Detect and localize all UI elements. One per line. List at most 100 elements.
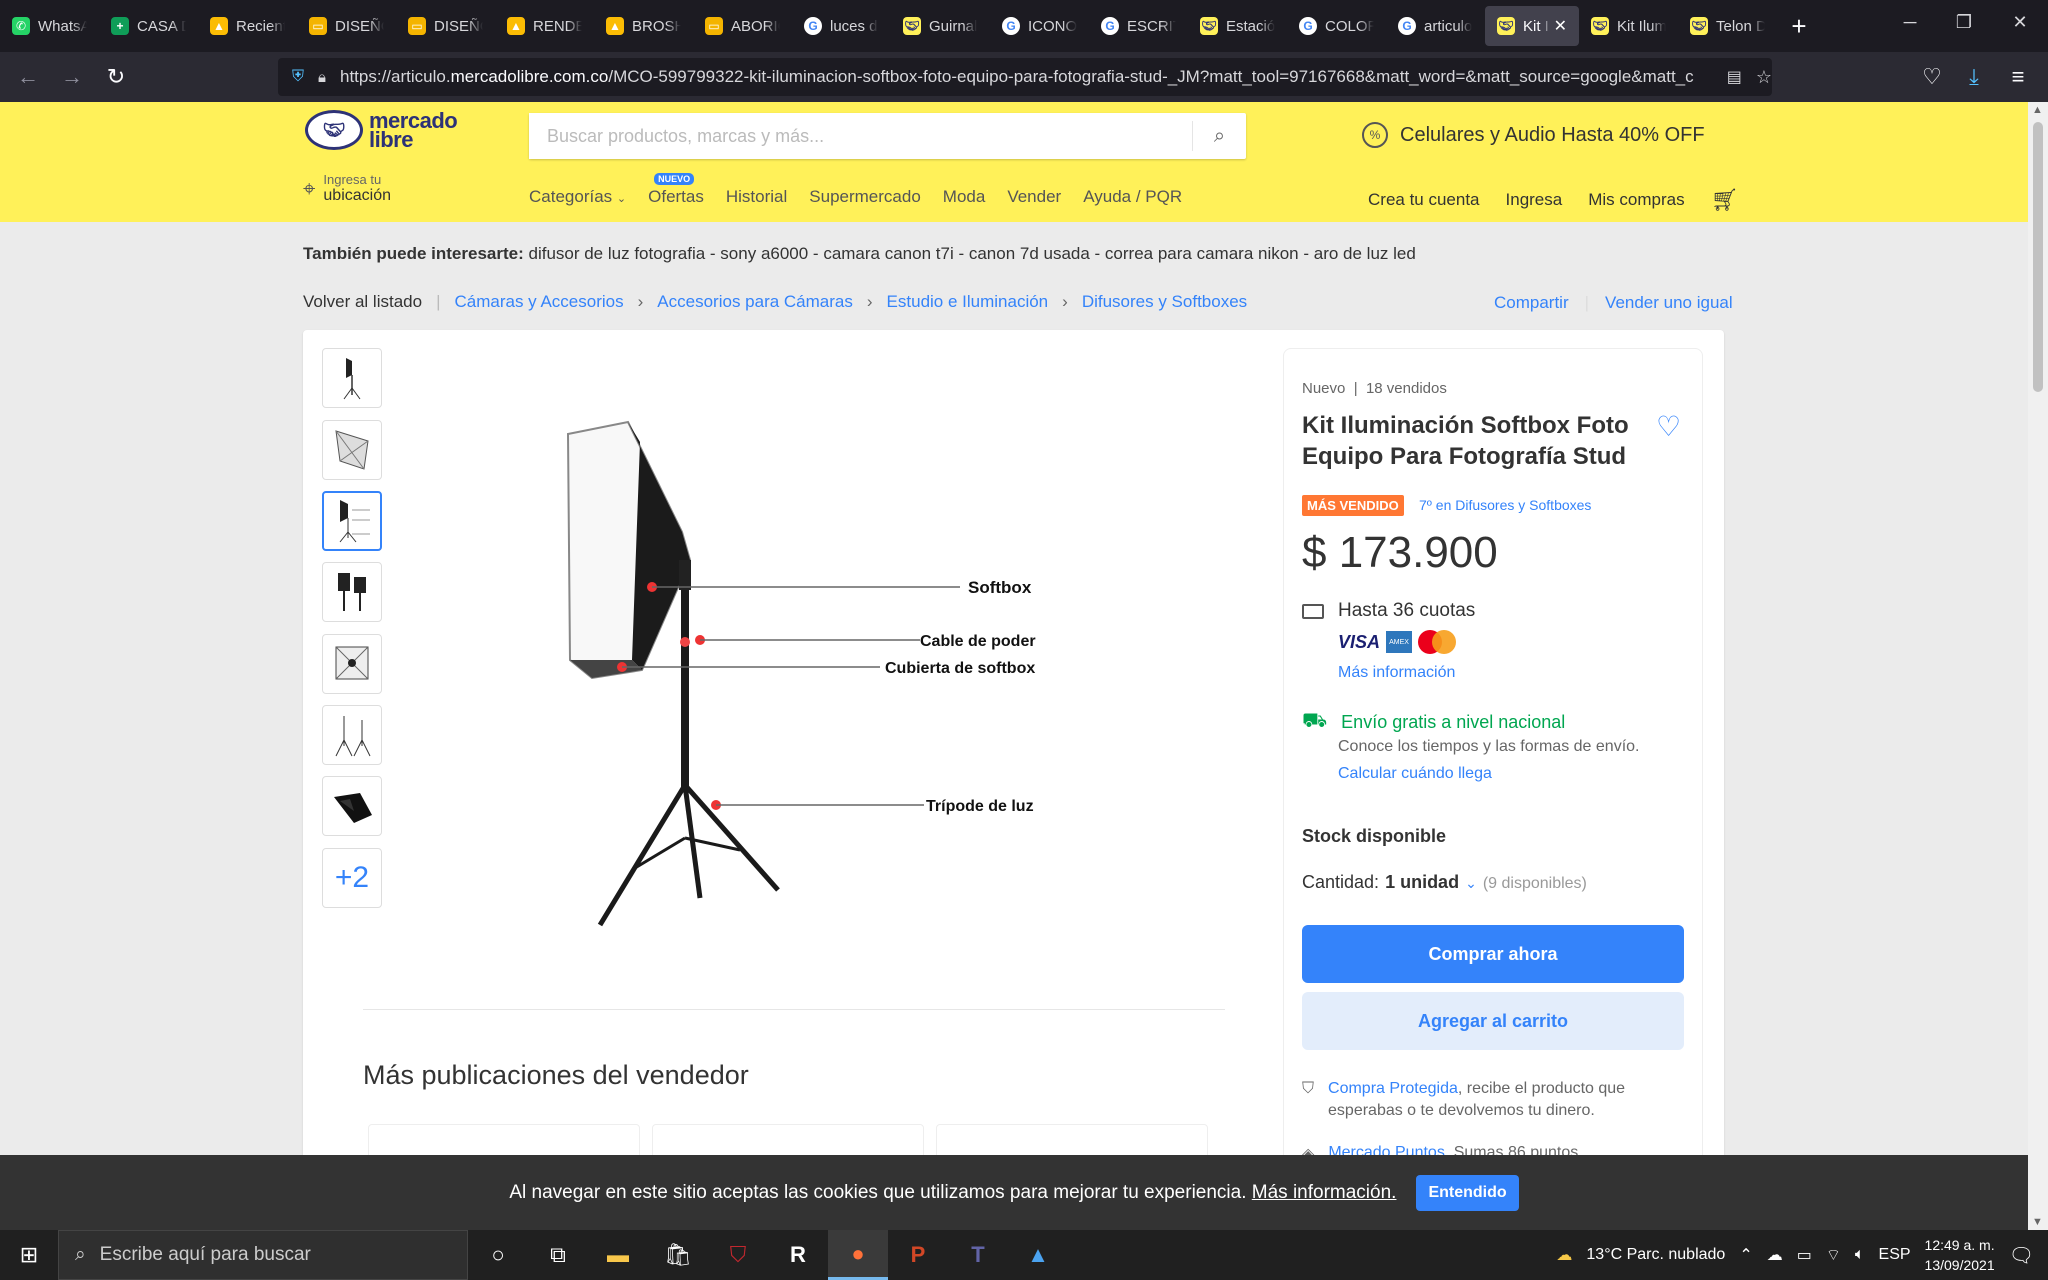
- related-items[interactable]: difusor de luz fotografia - sony a6000 -…: [528, 244, 1415, 263]
- browser-tab[interactable]: ▲ Recient: [198, 6, 297, 46]
- back-arrow-icon[interactable]: ←: [6, 64, 50, 90]
- menu-icon[interactable]: ≡: [1996, 64, 2040, 90]
- scroll-down-icon[interactable]: ▼: [2032, 1216, 2043, 1228]
- browser-tab[interactable]: ▲ BROSH: [594, 6, 693, 46]
- cookie-accept-button[interactable]: Entendido: [1416, 1174, 1519, 1211]
- cart-icon[interactable]: 🛒︎: [1711, 187, 1739, 213]
- browser-tab[interactable]: ▭ DISEÑO: [297, 6, 396, 46]
- chevron-up-icon[interactable]: ⌃: [1739, 1245, 1752, 1265]
- battery-icon[interactable]: ▭: [1797, 1245, 1812, 1265]
- weather-text[interactable]: 13°C Parc. nublado: [1586, 1246, 1725, 1264]
- scroll-up-icon[interactable]: ▲: [2032, 104, 2043, 116]
- minimize-icon[interactable]: ─: [1890, 12, 1930, 33]
- language-indicator[interactable]: ESP: [1879, 1246, 1911, 1264]
- taskbar-search[interactable]: ⌕ Escribe aquí para buscar: [58, 1230, 468, 1280]
- powerpoint-icon[interactable]: P: [888, 1230, 948, 1280]
- gallery-thumb-selected[interactable]: [322, 491, 382, 551]
- heart-icon[interactable]: ♡: [1656, 410, 1681, 443]
- back-to-list-link[interactable]: Volver al listado: [303, 292, 422, 312]
- mcafee-icon[interactable]: ⛉: [708, 1230, 768, 1280]
- gallery-thumb[interactable]: [322, 420, 382, 480]
- revit-icon[interactable]: R: [768, 1230, 828, 1280]
- volume-icon[interactable]: 🔈︎: [1855, 1246, 1865, 1264]
- login-link[interactable]: Ingresa: [1506, 190, 1563, 210]
- task-view-icon[interactable]: ⧉: [528, 1230, 588, 1280]
- browser-tab[interactable]: Garticulo: [1386, 6, 1485, 46]
- crumb-camaras[interactable]: Cámaras y Accesorios: [455, 292, 624, 312]
- browser-tab[interactable]: 🤝︎ Estación: [1188, 6, 1287, 46]
- gallery-thumb[interactable]: [322, 634, 382, 694]
- url-text[interactable]: https://articulo.mercadolibre.com.co/MCO…: [340, 67, 1713, 87]
- cookie-more-info-link[interactable]: Más información.: [1252, 1182, 1397, 1203]
- gallery-thumb[interactable]: [322, 562, 382, 622]
- browser-tab[interactable]: Gluces d: [792, 6, 891, 46]
- cortana-icon[interactable]: ○: [468, 1230, 528, 1280]
- wifi-icon[interactable]: ⌔: [1826, 1245, 1841, 1265]
- restore-icon[interactable]: ❐: [1944, 12, 1984, 33]
- photos-icon[interactable]: ▲: [1008, 1230, 1068, 1280]
- crumb-difusores[interactable]: Difusores y Softboxes: [1082, 292, 1247, 312]
- search-icon[interactable]: ⌕: [1192, 121, 1246, 151]
- windows-start-icon[interactable]: ⊞: [0, 1230, 58, 1280]
- search-input[interactable]: [529, 113, 1192, 159]
- gallery-more-button[interactable]: +2: [322, 848, 382, 908]
- bookmark-star-icon[interactable]: ☆: [1756, 67, 1772, 88]
- calculate-delivery-link[interactable]: Calcular cuándo llega: [1338, 765, 1492, 783]
- teams-icon[interactable]: T: [948, 1230, 1008, 1280]
- location-selector[interactable]: ⌖ Ingresa tu ubicación: [303, 172, 391, 205]
- address-bar[interactable]: ⛨ 🔒︎ https://articulo.mercadolibre.com.c…: [278, 58, 1772, 96]
- gallery-thumb[interactable]: [322, 776, 382, 836]
- lock-icon[interactable]: 🔒︎: [318, 69, 326, 86]
- scroll-thumb[interactable]: [2033, 122, 2043, 392]
- ranking-link[interactable]: 7º en Difusores y Softboxes: [1419, 497, 1591, 513]
- firefox-icon[interactable]: ●: [828, 1230, 888, 1280]
- share-link[interactable]: Compartir: [1494, 293, 1569, 313]
- browser-tab[interactable]: G ESCRITO: [1089, 6, 1188, 46]
- forward-arrow-icon[interactable]: →: [50, 64, 94, 90]
- close-tab-icon[interactable]: ✕: [1554, 16, 1567, 36]
- browser-tab[interactable]: ▭ ABORIC: [693, 6, 792, 46]
- protect-link[interactable]: Compra Protegida: [1328, 1080, 1458, 1097]
- nav-ayuda[interactable]: Ayuda / PQR: [1083, 187, 1182, 207]
- gallery-thumb[interactable]: [322, 705, 382, 765]
- browser-tab[interactable]: 🤝︎ Kit Ilum: [1579, 6, 1678, 46]
- browser-tab[interactable]: G ICONO: [990, 6, 1089, 46]
- store-icon[interactable]: 🛍︎: [648, 1230, 708, 1280]
- add-to-cart-button[interactable]: Agregar al carrito: [1302, 992, 1684, 1050]
- my-purchases-link[interactable]: Mis compras: [1588, 190, 1684, 210]
- close-window-icon[interactable]: ✕: [2000, 12, 2040, 33]
- file-explorer-icon[interactable]: ▬: [588, 1230, 648, 1280]
- nav-supermercado[interactable]: Supermercado: [809, 187, 921, 207]
- notifications-icon[interactable]: 🗨︎: [2009, 1243, 2034, 1268]
- shield-icon[interactable]: ⛨: [292, 68, 304, 86]
- browser-tab[interactable]: G COLOR: [1287, 6, 1386, 46]
- chevron-down-icon[interactable]: ⌄: [1465, 875, 1477, 892]
- nav-ofertas[interactable]: NUEVO Ofertas: [648, 173, 704, 207]
- reader-view-icon[interactable]: ▤: [1727, 67, 1742, 87]
- browser-tab[interactable]: 🤝︎ Telon D: [1678, 6, 1777, 46]
- browser-tab[interactable]: 🤝︎ Guirnal: [891, 6, 990, 46]
- browser-tab[interactable]: ▭ DISEÑO: [396, 6, 495, 46]
- browser-tab[interactable]: ▲ RENDE: [495, 6, 594, 46]
- crumb-estudio[interactable]: Estudio e Iluminación: [887, 292, 1049, 312]
- promo-banner[interactable]: % Celulares y Audio Hasta 40% OFF: [1362, 122, 1705, 148]
- mercadolibre-logo[interactable]: 🤝︎ mercado libre: [305, 110, 458, 151]
- new-tab-icon[interactable]: +: [1777, 11, 1821, 42]
- reload-icon[interactable]: ↻: [94, 64, 138, 90]
- buy-now-button[interactable]: Comprar ahora: [1302, 925, 1684, 983]
- clock[interactable]: 12:49 a. m. 13/09/2021: [1925, 1235, 1995, 1275]
- browser-tab[interactable]: + CASA D: [99, 6, 198, 46]
- crumb-accesorios[interactable]: Accesorios para Cámaras: [657, 292, 853, 312]
- sell-same-link[interactable]: Vender uno igual: [1605, 293, 1733, 313]
- browser-tab[interactable]: ✆ WhatsA: [0, 6, 99, 46]
- gallery-thumb[interactable]: [322, 348, 382, 408]
- quantity-selector[interactable]: Cantidad: 1 unidad ⌄ (9 disponibles): [1302, 872, 1587, 893]
- nav-historial[interactable]: Historial: [726, 187, 787, 207]
- page-scrollbar[interactable]: ▲ ▼: [2028, 102, 2048, 1230]
- download-icon[interactable]: ⤓: [1952, 64, 1996, 90]
- nav-categorias[interactable]: Categorías ⌄: [529, 187, 626, 207]
- nav-moda[interactable]: Moda: [943, 187, 986, 207]
- qty-value[interactable]: 1 unidad: [1385, 872, 1459, 893]
- onedrive-icon[interactable]: ☁︎: [1767, 1245, 1783, 1265]
- browser-tab-active[interactable]: 🤝︎ Kit Ili✕: [1485, 6, 1579, 46]
